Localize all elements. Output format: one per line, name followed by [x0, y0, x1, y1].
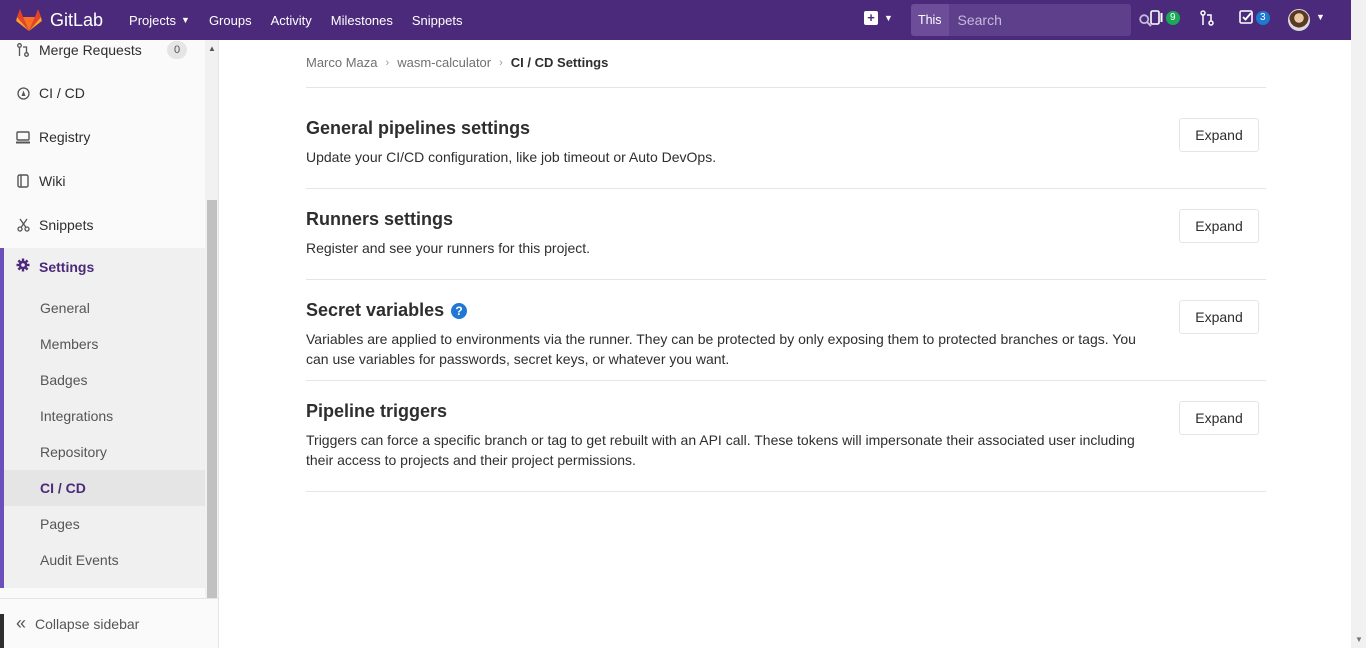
section-title: Pipeline triggers [306, 401, 448, 421]
breadcrumb: Marco Maza › wasm-calculator › CI / CD S… [306, 55, 608, 70]
settings-section-general-pipelines: General pipelines settings Update your C… [306, 118, 1266, 189]
nav-milestones[interactable]: Milestones [331, 13, 393, 28]
sidebar-subitem-general[interactable]: General [40, 300, 90, 316]
search-scope-badge[interactable]: This project [911, 4, 949, 59]
chevron-down-icon[interactable]: ▼ [1316, 12, 1325, 22]
section-description: Update your CI/CD configuration, like jo… [306, 149, 717, 165]
sidebar-item-ci-cd[interactable]: CI / CD [0, 71, 205, 115]
active-item-highlight [4, 470, 205, 506]
merge-requests-count: 0 [167, 41, 188, 59]
sidebar-item-label: Wiki [39, 173, 66, 189]
scroll-down-arrow-icon[interactable]: ▼ [1355, 635, 1363, 644]
breadcrumb-current[interactable]: CI / CD Settings [511, 55, 609, 70]
sidebar-subitem-ci-cd[interactable]: CI / CD [40, 480, 86, 496]
sidebar-item-label: Snippets [39, 217, 94, 233]
container-registry-icon [16, 130, 30, 144]
merge-request-icon [16, 43, 30, 57]
expand-button[interactable]: Expand [1179, 401, 1259, 435]
top-navbar: GitLab Projects ▼ Groups Activity Milesto… [0, 0, 1351, 59]
sidebar-subitem-badges[interactable]: Badges [40, 372, 87, 388]
tanuki-icon [16, 9, 42, 31]
section-description: Variables are applied to environments vi… [306, 331, 1136, 367]
question-circle-icon[interactable]: ? [451, 302, 468, 319]
section-title: General pipelines settings [306, 118, 531, 138]
merge-requests-button[interactable] [1200, 10, 1214, 26]
scissors-icon [16, 218, 30, 232]
sidebar-subitem-audit-events[interactable]: Audit Events [40, 552, 119, 568]
issues-icon [1150, 10, 1163, 25]
rocket-icon [16, 86, 30, 100]
sidebar-scrollbar[interactable]: ▲ [205, 40, 218, 600]
expand-button[interactable]: Expand [1179, 209, 1259, 243]
sidebar-scrollbar-thumb[interactable] [207, 200, 217, 598]
divider [306, 87, 1266, 88]
sidebar-item-merge-requests[interactable]: Merge Requests 0 [0, 40, 205, 72]
sidebar-subitem-members[interactable]: Members [40, 336, 98, 352]
nav-snippets[interactable]: Snippets [412, 13, 463, 28]
chevron-down-icon: ▼ [884, 13, 893, 23]
settings-section-secret-variables: Secret variables ? Variables are applied… [306, 300, 1266, 381]
sidebar-subitem-pages[interactable]: Pages [40, 516, 80, 532]
chevron-right-icon: › [385, 56, 390, 69]
book-icon [16, 174, 30, 188]
search-input[interactable] [948, 4, 1139, 36]
sidebar-item-registry[interactable]: Registry [0, 115, 205, 159]
issues-button[interactable]: 9 [1150, 10, 1180, 26]
scroll-up-arrow-icon[interactable]: ▲ [208, 44, 216, 53]
gitlab-logo[interactable]: GitLab [16, 0, 103, 40]
section-title-row: Secret variables ? [306, 300, 1266, 321]
edge-tab [0, 614, 4, 648]
expand-button[interactable]: Expand [1179, 118, 1259, 152]
nav-activity[interactable]: Activity [271, 13, 312, 28]
issues-count-badge: 9 [1166, 11, 1180, 25]
section-description: Triggers can force a specific branch or … [306, 432, 1135, 468]
todo-check-icon [1239, 10, 1253, 24]
sidebar-settings-group: Settings General Members Badges Integrat… [0, 248, 205, 588]
sidebar-subitem-repository[interactable]: Repository [40, 444, 107, 460]
plus-icon: + [864, 11, 878, 25]
sidebar-item-label: Settings [39, 258, 95, 275]
project-sidebar: Merge Requests 0 CI / CD Registry Wiki S… [0, 40, 219, 648]
merge-request-icon [1200, 10, 1214, 26]
sidebar-subitem-integrations[interactable]: Integrations [40, 408, 113, 424]
sidebar-item-label: CI / CD [39, 85, 85, 101]
user-avatar[interactable] [1288, 9, 1310, 31]
todos-button[interactable]: 3 [1239, 10, 1270, 25]
sidebar-item-settings[interactable]: Settings [16, 258, 94, 275]
section-title: Secret variables [306, 300, 445, 320]
sidebar-item-wiki[interactable]: Wiki [0, 159, 205, 203]
breadcrumb-namespace[interactable]: Marco Maza [306, 55, 378, 70]
todos-count-badge: 3 [1256, 10, 1270, 25]
nav-groups[interactable]: Groups [209, 13, 252, 28]
search-box: This project [911, 4, 1152, 59]
nav-projects[interactable]: Projects ▼ [129, 13, 190, 28]
sidebar-item-snippets[interactable]: Snippets [0, 203, 205, 247]
chevron-right-icon: › [499, 56, 503, 69]
gear-icon [16, 258, 30, 275]
new-dropdown-button[interactable]: + ▼ [864, 11, 893, 25]
chevron-down-icon: ▼ [181, 15, 190, 25]
double-chevron-left-icon: « [16, 613, 27, 633]
breadcrumb-project[interactable]: wasm-calculator [397, 55, 491, 70]
sidebar-item-label: Merge Requests [39, 42, 142, 58]
section-title: Runners settings [306, 209, 454, 229]
brand-name: GitLab [50, 9, 104, 30]
settings-section-pipeline-triggers: Pipeline triggers Triggers can force a s… [306, 401, 1266, 492]
section-description: Register and see your runners for this p… [306, 240, 591, 256]
sidebar-item-label: Registry [39, 129, 91, 145]
expand-button[interactable]: Expand [1179, 300, 1259, 334]
page-scrollbar[interactable]: ▼ [1351, 0, 1366, 648]
collapse-sidebar-label: Collapse sidebar [35, 615, 140, 632]
settings-section-runners: Runners settings Register and see your r… [306, 209, 1266, 280]
collapse-sidebar-button[interactable]: « Collapse sidebar [0, 598, 218, 648]
